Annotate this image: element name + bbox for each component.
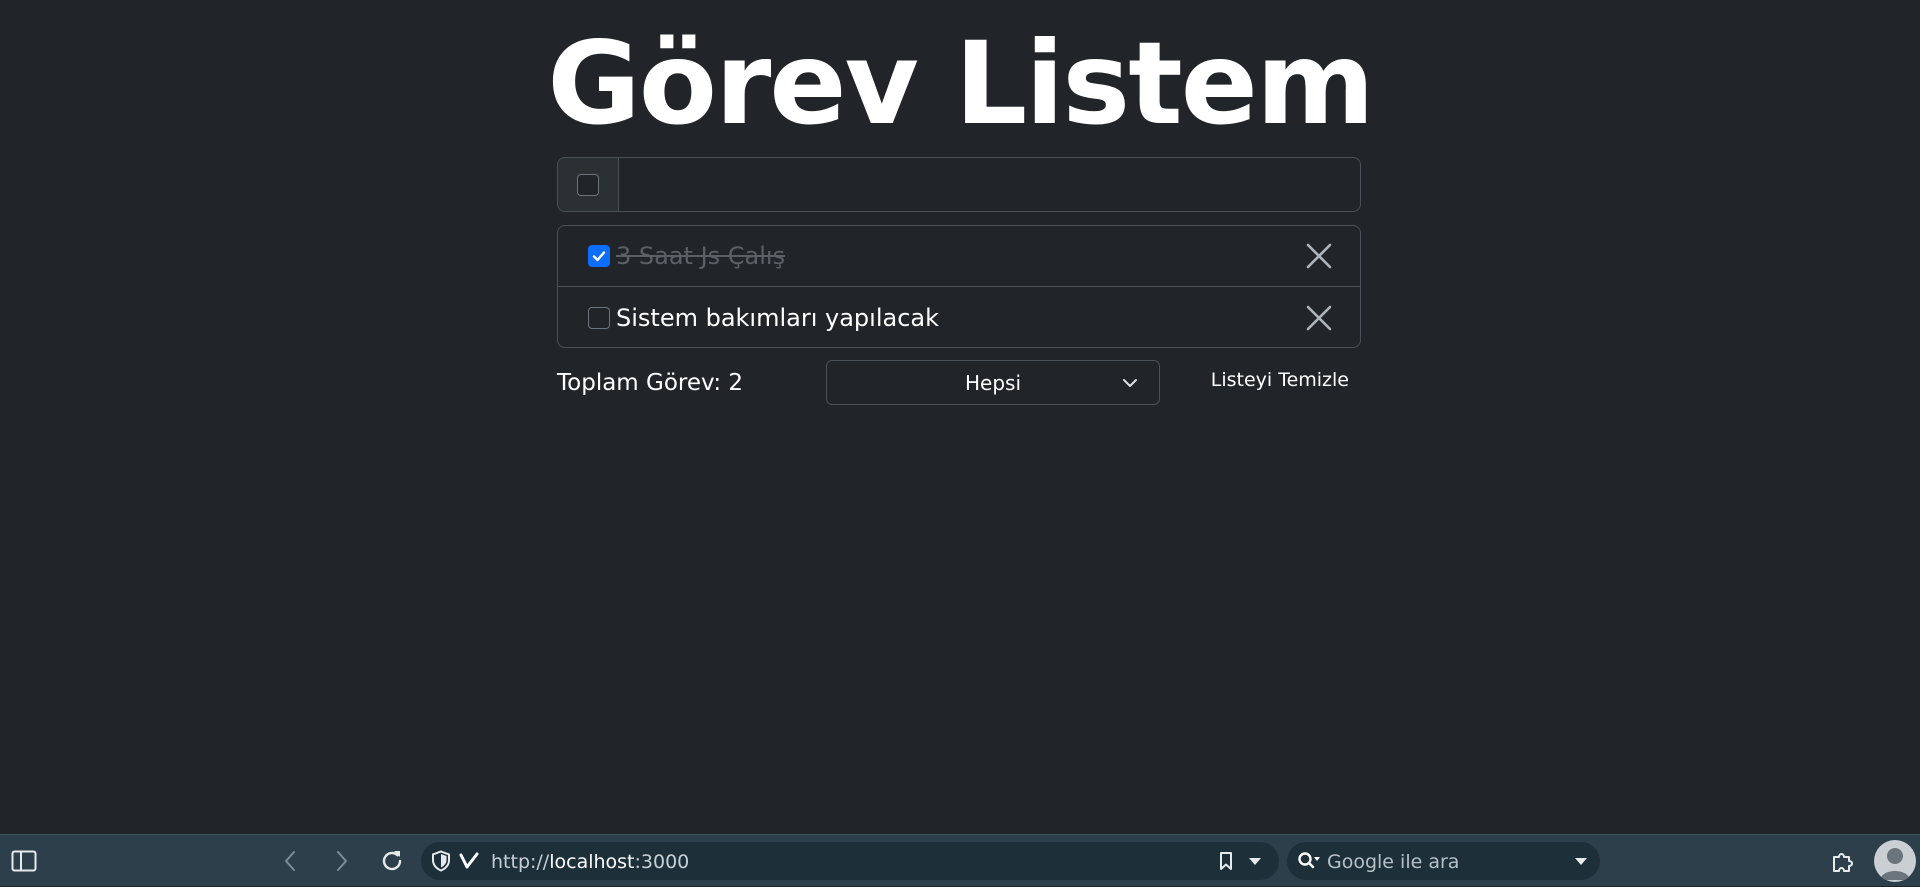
task-checkbox[interactable] bbox=[588, 245, 610, 267]
extensions-icon bbox=[1833, 853, 1853, 872]
vivaldi-icon bbox=[457, 842, 481, 880]
task-text: 3 Saat Js Çalış bbox=[616, 242, 786, 270]
back-icon bbox=[285, 851, 295, 871]
delete-task-button[interactable] bbox=[1302, 301, 1336, 335]
reload-icon bbox=[382, 851, 402, 871]
back-button[interactable] bbox=[275, 835, 305, 887]
toggle-all-checkbox[interactable] bbox=[577, 173, 599, 196]
extensions-button[interactable] bbox=[1826, 835, 1860, 887]
profile-button[interactable] bbox=[1874, 840, 1916, 882]
search-field[interactable]: Google ile ara bbox=[1287, 842, 1600, 880]
task-list: 3 Saat Js Çalış Sistem bakımları yapılac… bbox=[557, 225, 1361, 348]
new-task-row bbox=[557, 157, 1361, 212]
search-icon bbox=[1298, 852, 1320, 869]
dropdown-icon bbox=[1575, 858, 1587, 865]
shield-icon bbox=[432, 850, 450, 872]
url-text: http://localhost:3000 bbox=[491, 851, 690, 873]
clear-list-button[interactable]: Listeyi Temizle bbox=[1211, 369, 1349, 391]
address-bar[interactable]: http://localhost:3000 bbox=[421, 842, 1279, 880]
task-item: Sistem bakımları yapılacak bbox=[558, 287, 1360, 347]
task-text: Sistem bakımları yapılacak bbox=[616, 303, 940, 332]
bookmark-button[interactable] bbox=[1215, 842, 1237, 880]
site-info-button[interactable] bbox=[429, 842, 453, 880]
search-placeholder: Google ile ara bbox=[1327, 851, 1460, 873]
reload-button[interactable] bbox=[376, 835, 408, 887]
search-engine-button[interactable] bbox=[1295, 842, 1323, 880]
new-task-input[interactable] bbox=[619, 158, 1360, 211]
panel-toggle-icon bbox=[11, 850, 37, 872]
close-icon bbox=[1306, 305, 1332, 330]
search-dropdown-button[interactable] bbox=[1570, 842, 1592, 880]
todo-app: Görev Listem 3 Saat Js Çalış Sistem bakı… bbox=[0, 0, 1920, 834]
forward-icon bbox=[337, 851, 347, 871]
page-title: Görev Listem bbox=[547, 17, 1375, 150]
filter-select[interactable]: Hepsi bbox=[826, 360, 1160, 405]
delete-task-button[interactable] bbox=[1302, 239, 1336, 273]
task-checkbox[interactable] bbox=[588, 306, 610, 329]
bookmark-icon bbox=[1220, 852, 1232, 870]
check-icon bbox=[592, 251, 606, 262]
address-dropdown-button[interactable] bbox=[1244, 842, 1266, 880]
task-count: Toplam Görev: 2 bbox=[557, 370, 744, 396]
list-footer: Toplam Görev: 2 Hepsi Listeyi Temizle bbox=[557, 360, 1361, 406]
profile-icon bbox=[1880, 848, 1910, 880]
toggle-all-cell bbox=[558, 158, 619, 211]
close-icon bbox=[1306, 243, 1332, 269]
filter-selected-value: Hepsi bbox=[964, 370, 1021, 395]
task-item: 3 Saat Js Çalış bbox=[558, 226, 1360, 287]
forward-button[interactable] bbox=[327, 835, 357, 887]
dropdown-icon bbox=[1249, 858, 1261, 865]
browser-toolbar: http://localhost:3000 Google ile ara bbox=[0, 834, 1920, 886]
panel-toggle-button[interactable] bbox=[8, 835, 40, 887]
chevron-down-icon bbox=[1123, 379, 1137, 387]
